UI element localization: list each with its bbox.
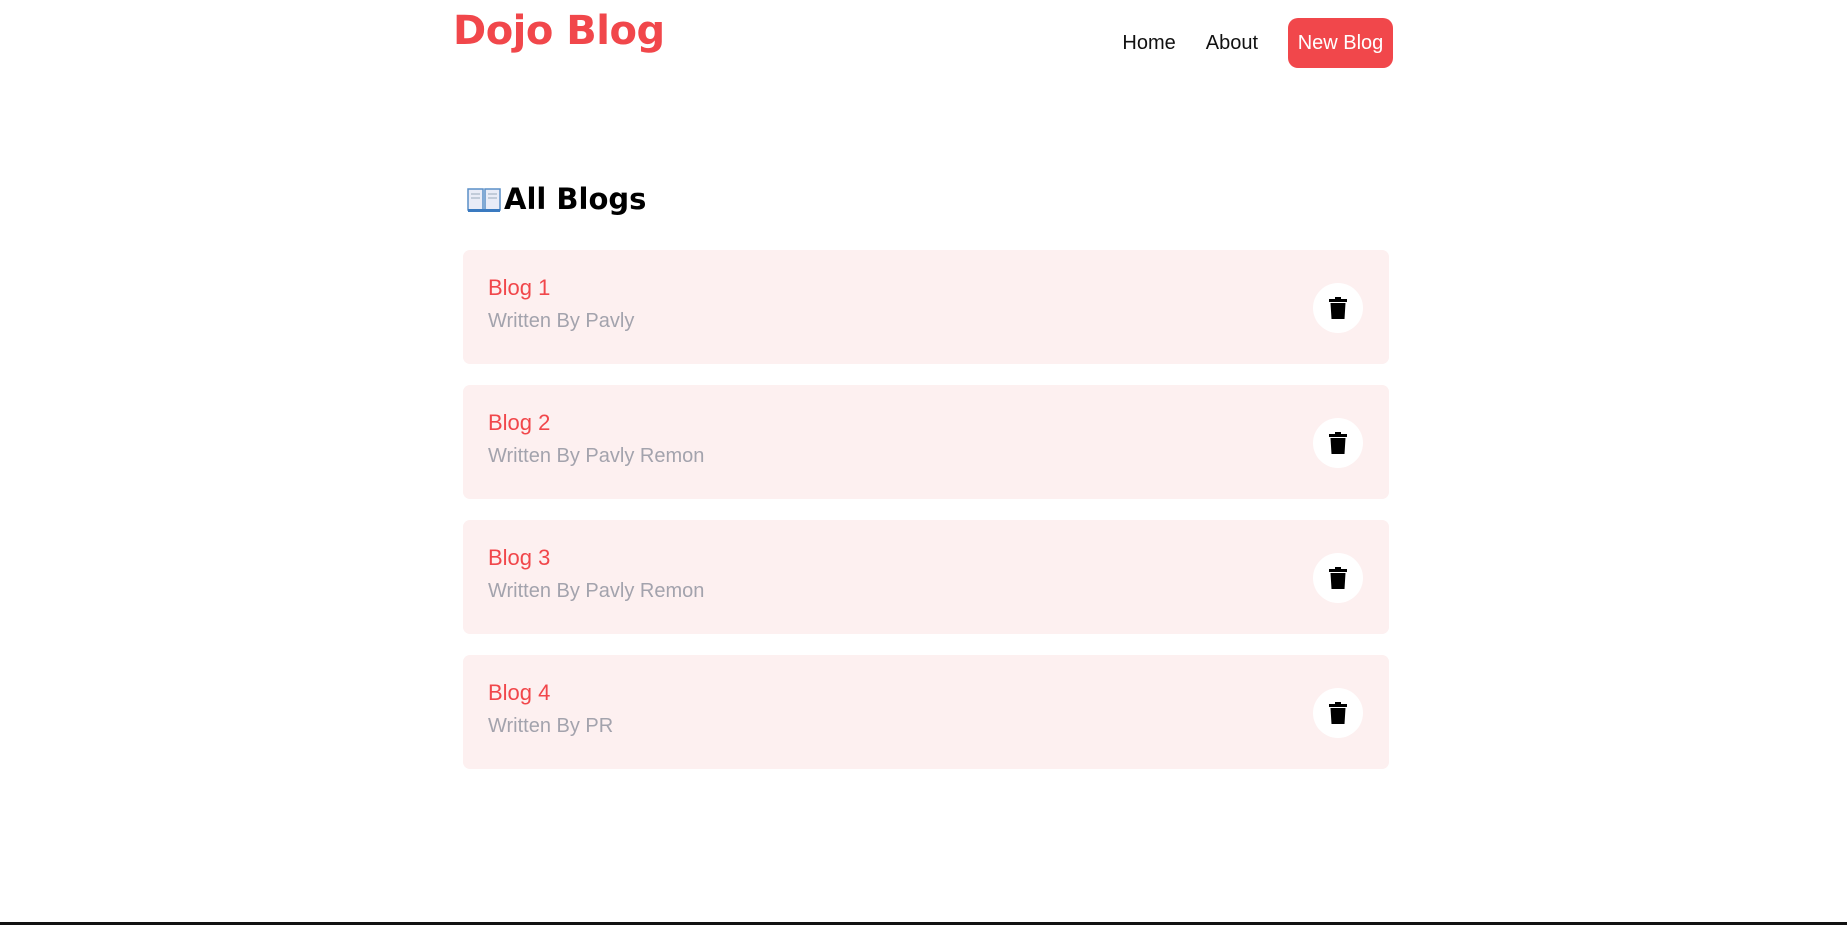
blog-title[interactable]: Blog 4: [488, 682, 1389, 704]
site-logo[interactable]: Dojo Blog: [453, 8, 665, 54]
delete-blog-button[interactable]: [1313, 283, 1363, 333]
blog-title[interactable]: Blog 3: [488, 547, 1389, 569]
nav-links: Home About New Blog: [1122, 18, 1393, 68]
trash-icon: [1329, 567, 1347, 589]
blog-author: Written By Pavly Remon: [488, 445, 705, 467]
delete-blog-button[interactable]: [1313, 688, 1363, 738]
main-content: All Blogs Blog 1 Written By Pavly Blog 2…: [463, 176, 1389, 790]
blog-card[interactable]: Blog 1 Written By Pavly: [463, 250, 1389, 364]
blog-title[interactable]: Blog 1: [488, 277, 1389, 299]
delete-blog-button[interactable]: [1313, 553, 1363, 603]
page-heading: All Blogs: [467, 176, 1389, 222]
blog-card[interactable]: Blog 3 Written By Pavly Remon: [463, 520, 1389, 634]
navbar: Dojo Blog Home About New Blog: [453, 0, 1393, 90]
delete-blog-button[interactable]: [1313, 418, 1363, 468]
open-book-icon: [467, 188, 501, 212]
new-blog-button[interactable]: New Blog: [1288, 18, 1393, 68]
blog-card[interactable]: Blog 2 Written By Pavly Remon: [463, 385, 1389, 499]
trash-icon: [1329, 297, 1347, 319]
blog-title[interactable]: Blog 2: [488, 412, 1389, 434]
blog-author: Written By PR: [488, 715, 614, 737]
blog-author: Written By Pavly Remon: [488, 580, 705, 602]
page-title: All Blogs: [504, 182, 647, 216]
trash-icon: [1329, 702, 1347, 724]
blog-author: Written By Pavly: [488, 310, 635, 332]
trash-icon: [1329, 432, 1347, 454]
nav-link-home[interactable]: Home: [1122, 32, 1175, 55]
nav-link-about[interactable]: About: [1206, 32, 1258, 55]
blog-card[interactable]: Blog 4 Written By PR: [463, 655, 1389, 769]
